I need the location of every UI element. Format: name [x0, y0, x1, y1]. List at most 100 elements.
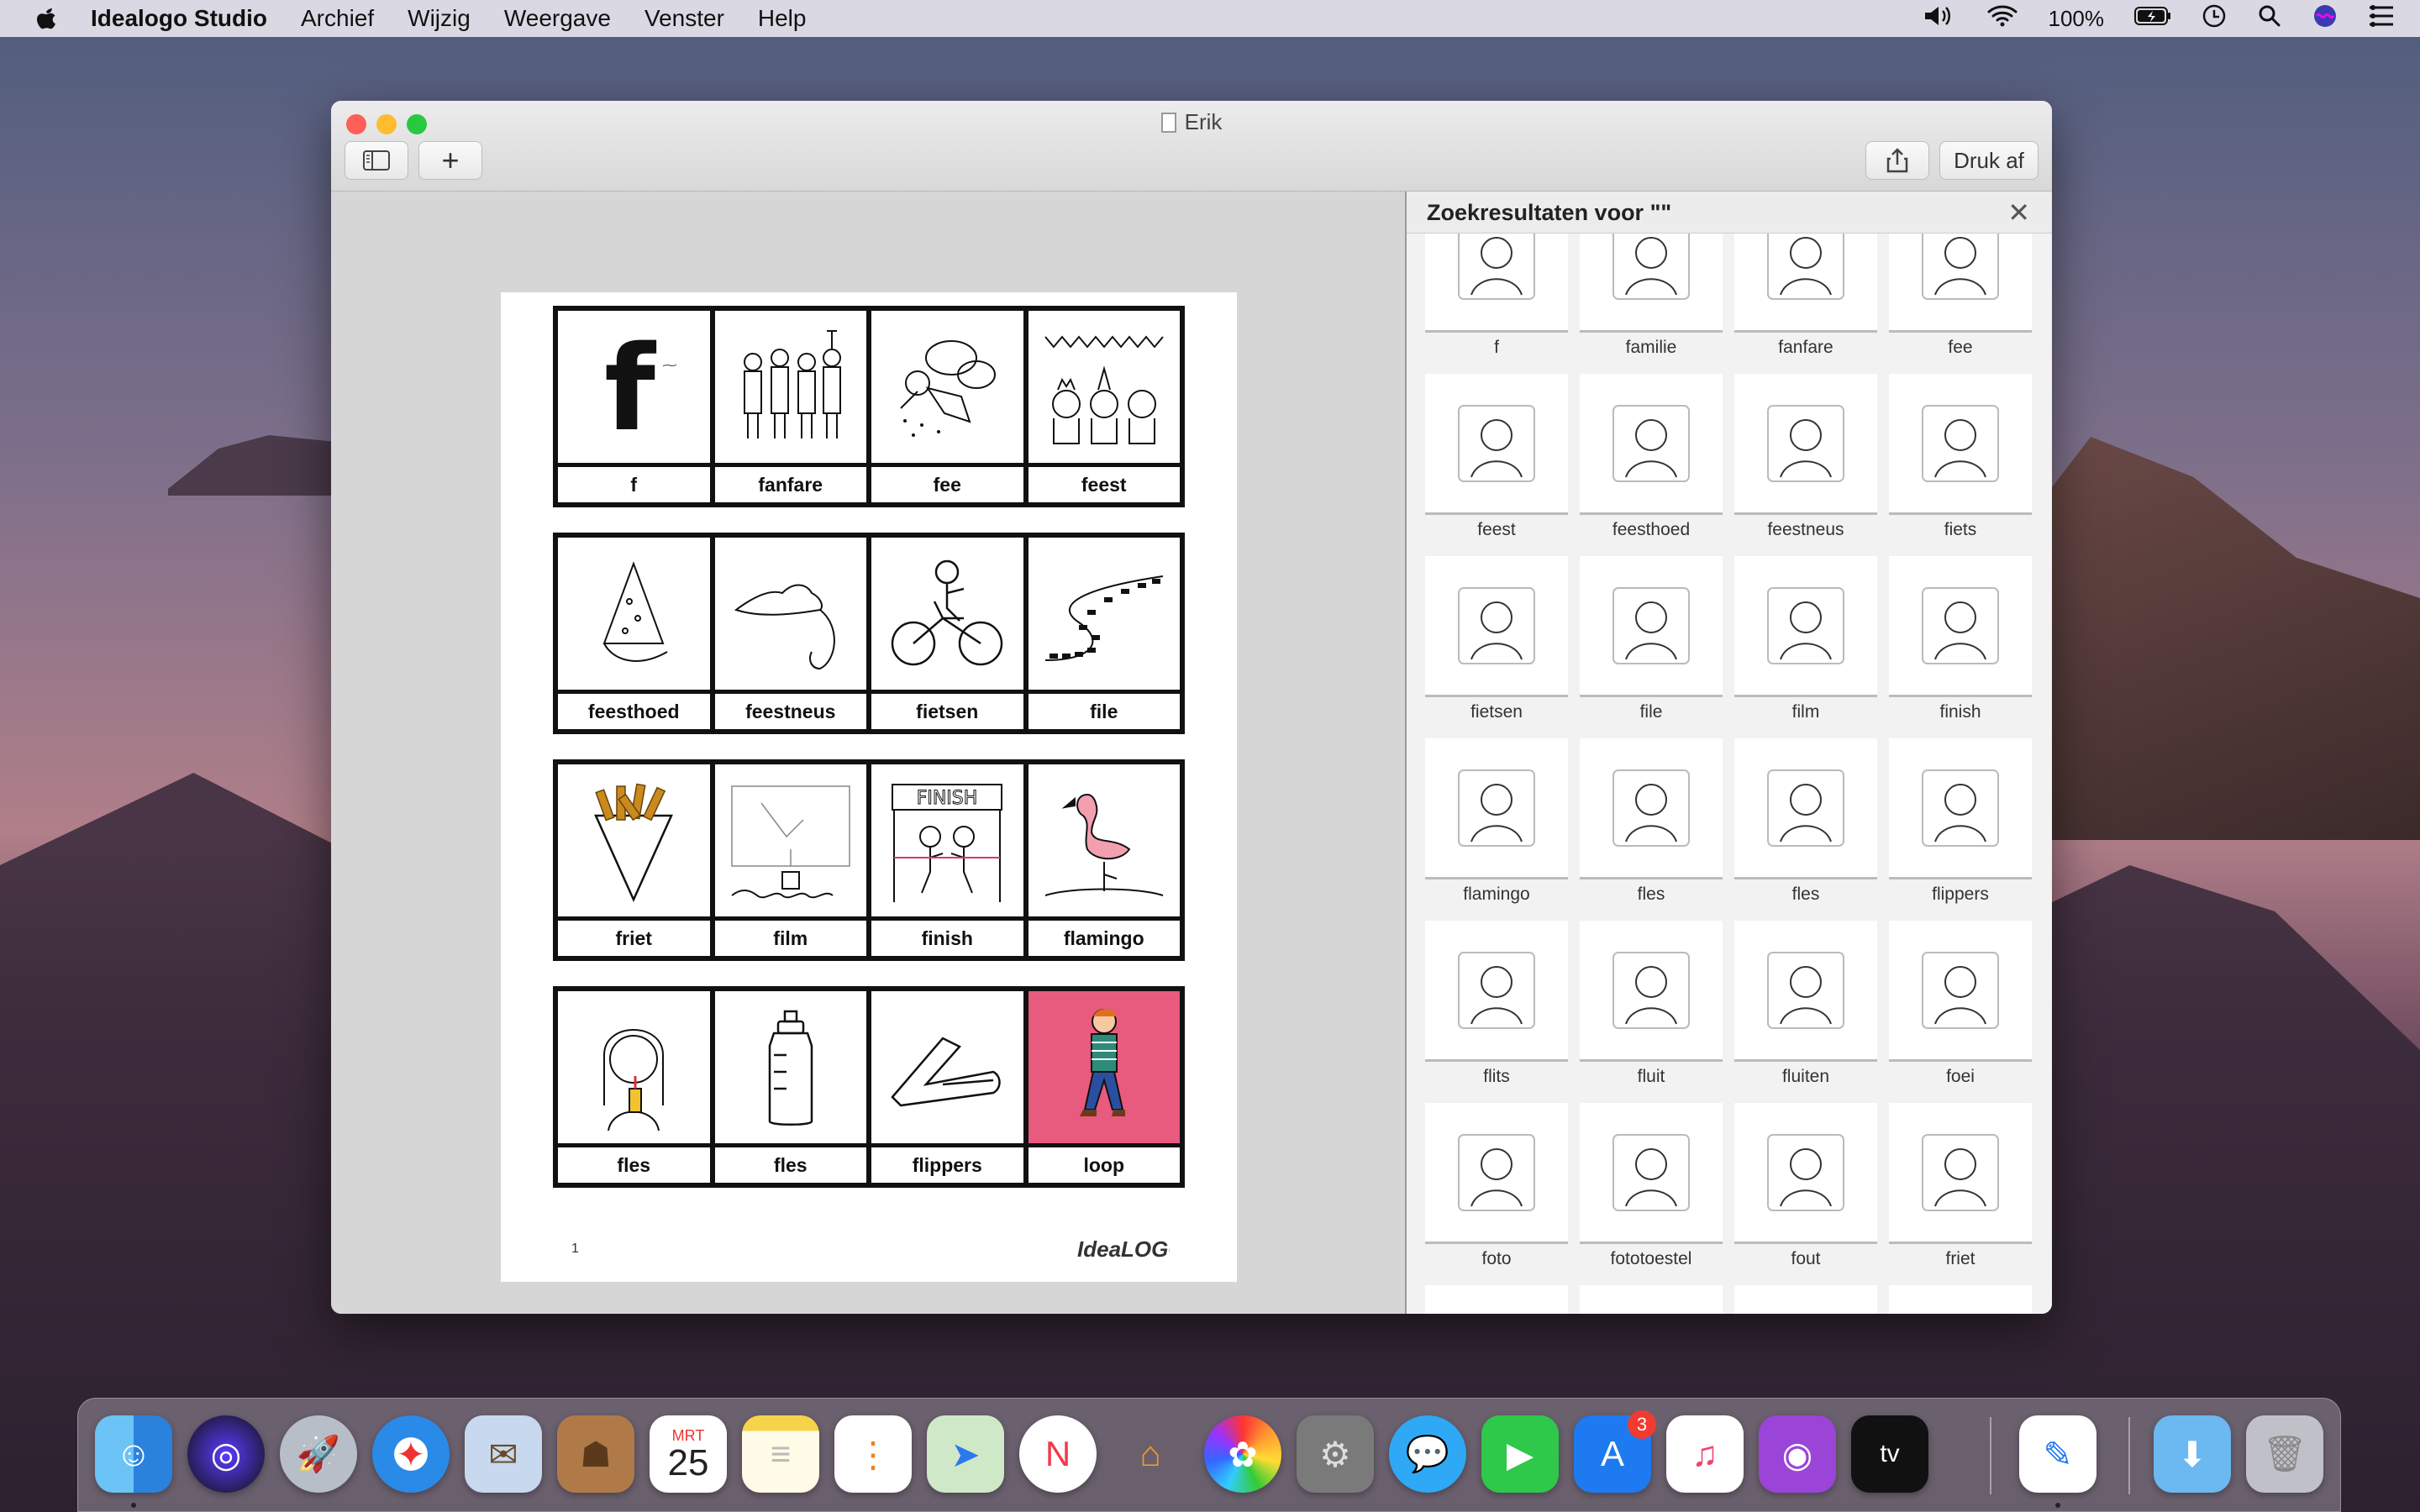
search-result-item[interactable]: fee: [1889, 234, 2032, 372]
search-result-item[interactable]: feest: [1425, 374, 1568, 554]
search-result-item[interactable]: friet: [1889, 1103, 2032, 1284]
contacts-icon[interactable]: ☗: [557, 1415, 634, 1493]
toggle-sidebar-button[interactable]: [345, 141, 408, 180]
search-result-label: f: [1494, 338, 1499, 357]
search-result-item[interactable]: fout: [1734, 1103, 1877, 1284]
menu-weergave[interactable]: Weergave: [504, 5, 611, 32]
document-page[interactable]: f f fanfare fee feest feesthoed feestneu…: [501, 292, 1237, 1282]
card-flamingo[interactable]: flamingo: [1028, 764, 1180, 956]
volume-icon[interactable]: [1923, 3, 1956, 34]
baby-bottle-icon: [768, 1010, 813, 1126]
card-feestneus[interactable]: feestneus: [714, 538, 871, 729]
add-button[interactable]: +: [418, 141, 482, 180]
menu-venster[interactable]: Venster: [644, 5, 724, 32]
card-film[interactable]: film: [714, 764, 871, 956]
card-finish[interactable]: FINISH finish: [871, 764, 1028, 956]
search-result-item[interactable]: fluit: [1580, 921, 1723, 1101]
mail-icon[interactable]: ✉: [465, 1415, 542, 1493]
search-result-item[interactable]: fiets: [1889, 374, 2032, 554]
search-result-item[interactable]: fles: [1580, 738, 1723, 919]
svg-text:f: f: [604, 324, 657, 450]
print-button[interactable]: Druk af: [1939, 141, 2039, 180]
search-result-item[interactable]: fanfare: [1734, 234, 1877, 372]
search-result-item[interactable]: foto: [1425, 1103, 1568, 1284]
search-result-item[interactable]: foei: [1889, 921, 2032, 1101]
card-feesthoed[interactable]: feesthoed: [558, 538, 715, 729]
search-result-item[interactable]: [1580, 1285, 1723, 1314]
card-friet[interactable]: friet: [558, 764, 715, 956]
card-file[interactable]: file: [1028, 538, 1180, 729]
calendar-icon[interactable]: MRT 25: [650, 1415, 727, 1493]
search-icon[interactable]: [2257, 3, 2282, 34]
search-result-item[interactable]: feesthoed: [1580, 374, 1723, 554]
close-icon[interactable]: ✕: [2007, 197, 2030, 228]
card-fietsen[interactable]: fietsen: [871, 538, 1028, 729]
system-preferences-icon[interactable]: ⚙: [1297, 1415, 1374, 1493]
card-label: feestneus: [745, 700, 836, 722]
card-fles-2[interactable]: fles: [714, 991, 871, 1183]
apple-tv-icon[interactable]: tv: [1851, 1415, 1928, 1493]
card-flippers[interactable]: flippers: [871, 991, 1028, 1183]
card-f[interactable]: f f: [558, 311, 715, 502]
search-result-item[interactable]: flippers: [1889, 738, 2032, 919]
search-result-item[interactable]: flits: [1425, 921, 1568, 1101]
search-result-item[interactable]: flamingo: [1425, 738, 1568, 919]
card-fee[interactable]: fee: [871, 311, 1028, 502]
maps-icon[interactable]: ➤: [927, 1415, 1004, 1493]
search-result-item[interactable]: fietsen: [1425, 556, 1568, 737]
messages-icon[interactable]: 💬: [1389, 1415, 1466, 1493]
card-loop[interactable]: loop: [1028, 991, 1180, 1183]
music-icon[interactable]: ♫: [1666, 1415, 1744, 1493]
search-result-item[interactable]: familie: [1580, 234, 1723, 372]
card-group-3[interactable]: friet film FINISH finish flamingo: [553, 759, 1185, 961]
menu-archief[interactable]: Archief: [301, 5, 374, 32]
app-store-icon[interactable]: A3: [1574, 1410, 1656, 1493]
wifi-icon[interactable]: [1986, 3, 2018, 34]
card-feest[interactable]: feest: [1028, 311, 1180, 502]
control-center-icon[interactable]: [2368, 4, 2395, 34]
card-fanfare[interactable]: fanfare: [714, 311, 871, 502]
search-result-item[interactable]: [1425, 1285, 1568, 1314]
home-icon[interactable]: ⌂: [1112, 1415, 1189, 1493]
search-result-item[interactable]: file: [1580, 556, 1723, 737]
card-group-2[interactable]: feesthoed feestneus fietsen file: [553, 533, 1185, 734]
search-result-item[interactable]: fototoestel: [1580, 1103, 1723, 1284]
apple-menu-icon[interactable]: [34, 6, 59, 31]
menu-wijzig[interactable]: Wijzig: [408, 5, 471, 32]
trash-icon[interactable]: 🗑: [2246, 1415, 2323, 1493]
podcasts-icon[interactable]: ◉: [1759, 1415, 1836, 1493]
battery-icon[interactable]: [2134, 5, 2171, 33]
downloads-folder-icon[interactable]: ⬇: [2154, 1415, 2231, 1493]
document-canvas[interactable]: f f fanfare fee feest feesthoed feestneu…: [331, 192, 1405, 1314]
time-machine-icon[interactable]: [2202, 3, 2227, 34]
menu-help[interactable]: Help: [758, 5, 807, 32]
menu-app-name[interactable]: Idealogo Studio: [91, 5, 267, 32]
finder-icon[interactable]: ☺: [95, 1415, 172, 1493]
search-result-item[interactable]: fluiten: [1734, 921, 1877, 1101]
reminders-icon[interactable]: ⋮: [834, 1415, 912, 1493]
siri-icon[interactable]: ◎: [187, 1415, 265, 1493]
search-result-item[interactable]: [1889, 1285, 2032, 1314]
facetime-icon[interactable]: ▶: [1481, 1415, 1559, 1493]
search-result-item[interactable]: f: [1425, 234, 1568, 372]
card-label: fietsen: [916, 700, 979, 722]
card-label: fles: [773, 1153, 808, 1176]
card-group-1[interactable]: f f fanfare fee feest: [553, 306, 1185, 507]
search-result-item[interactable]: [1734, 1285, 1877, 1314]
card-fles-1[interactable]: fles: [558, 991, 715, 1183]
search-result-item[interactable]: fles: [1734, 738, 1877, 919]
siri-icon[interactable]: [2312, 3, 2338, 34]
photos-icon[interactable]: ✿: [1204, 1415, 1281, 1493]
card-friet-picture: [558, 764, 710, 921]
launchpad-icon[interactable]: 🚀: [280, 1415, 357, 1493]
notes-icon[interactable]: ≡: [742, 1415, 819, 1493]
search-results-grid[interactable]: f familie fanfare fee feest feesthoed feestneu…: [1425, 234, 2047, 1314]
safari-icon[interactable]: ✦: [372, 1415, 450, 1493]
news-icon[interactable]: N: [1019, 1415, 1097, 1493]
search-result-item[interactable]: film: [1734, 556, 1877, 737]
search-result-item[interactable]: finish: [1889, 556, 2032, 737]
share-button[interactable]: [1865, 141, 1929, 180]
card-group-4[interactable]: fles fles flippers loop: [553, 986, 1185, 1188]
search-result-item[interactable]: feestneus: [1734, 374, 1877, 554]
idealogo-studio-icon[interactable]: ✎: [2019, 1415, 2096, 1493]
